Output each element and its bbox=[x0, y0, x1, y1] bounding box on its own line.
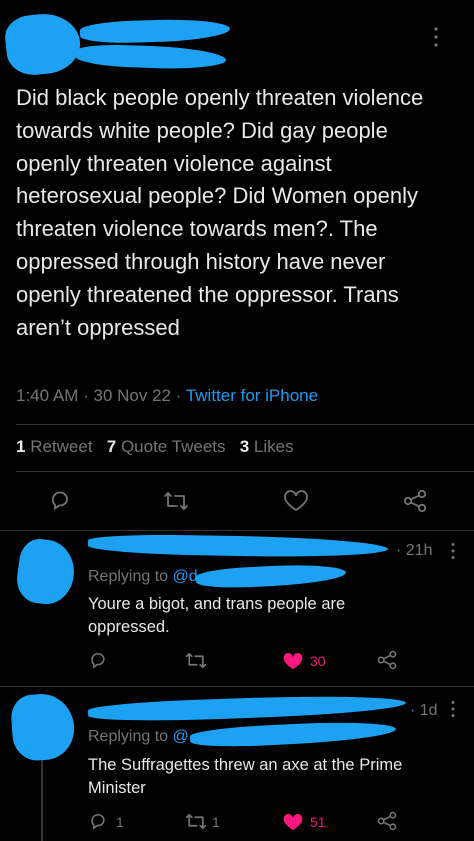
reply-count: 1 bbox=[116, 814, 124, 830]
divider bbox=[16, 471, 474, 472]
reply-text: Youre a bigot, and trans people are oppr… bbox=[88, 595, 346, 636]
replying-to: Replying to @ bbox=[88, 728, 189, 745]
reply-time-row: · 21h bbox=[396, 542, 433, 559]
divider bbox=[0, 686, 474, 687]
like-count: 51 bbox=[310, 814, 326, 830]
tweet-stats: 1 Retweet 7 Quote Tweets 3 Likes bbox=[16, 437, 294, 457]
redacted-author-name[interactable] bbox=[87, 533, 389, 559]
replying-to-handle[interactable]: @d bbox=[173, 568, 198, 585]
redacted-avatar[interactable] bbox=[3, 10, 83, 78]
redacted-author-name[interactable] bbox=[79, 17, 231, 45]
more-vertical-icon[interactable] bbox=[430, 26, 442, 48]
replying-to: Replying to @d bbox=[88, 568, 198, 585]
reply-time[interactable]: 1d bbox=[420, 702, 438, 719]
redacted-reply-handle bbox=[189, 718, 397, 750]
reply-icon[interactable] bbox=[88, 811, 108, 836]
likes-stat[interactable]: 3 Likes bbox=[240, 437, 294, 456]
redacted-author-handle[interactable] bbox=[75, 43, 227, 71]
retweets-stat[interactable]: 1 Retweet bbox=[16, 437, 93, 456]
separator: · bbox=[175, 386, 186, 405]
redacted-reply-handle bbox=[195, 562, 347, 590]
reply-icon[interactable] bbox=[48, 488, 72, 517]
share-icon[interactable] bbox=[376, 650, 398, 675]
like-count: 30 bbox=[310, 653, 326, 669]
share-icon[interactable] bbox=[376, 811, 398, 836]
tweet-time[interactable]: 1:40 AM bbox=[16, 386, 78, 405]
tweet-source[interactable]: Twitter for iPhone bbox=[186, 386, 318, 405]
retweet-icon[interactable] bbox=[185, 651, 207, 675]
redacted-avatar[interactable] bbox=[13, 536, 79, 608]
reply-time-row: · 1d bbox=[410, 702, 438, 719]
thread-line bbox=[41, 760, 43, 841]
share-icon[interactable] bbox=[402, 489, 428, 518]
retweet-icon[interactable] bbox=[163, 490, 189, 517]
tweet-date[interactable]: 30 Nov 22 bbox=[94, 386, 172, 405]
more-vertical-icon[interactable] bbox=[450, 700, 456, 723]
tweet-text: Did black people openly threaten violenc… bbox=[16, 85, 430, 340]
reply-icon[interactable] bbox=[88, 650, 108, 675]
redacted-author-name[interactable] bbox=[87, 692, 407, 724]
quote-tweets-stat[interactable]: 7 Quote Tweets bbox=[107, 437, 226, 456]
separator: · bbox=[83, 386, 94, 405]
reply-time[interactable]: 21h bbox=[406, 542, 433, 559]
retweet-icon[interactable] bbox=[185, 812, 207, 836]
more-vertical-icon[interactable] bbox=[450, 542, 456, 565]
reply-text: The Suffragettes threw an axe at the Pri… bbox=[88, 756, 403, 797]
divider bbox=[16, 424, 474, 425]
like-icon[interactable] bbox=[283, 490, 309, 517]
like-icon-filled[interactable] bbox=[282, 813, 304, 837]
retweet-count: 1 bbox=[212, 814, 220, 830]
like-icon-filled[interactable] bbox=[282, 652, 304, 676]
tweet-metadata: 1:40 AM · 30 Nov 22 · Twitter for iPhone bbox=[16, 386, 318, 406]
redacted-avatar[interactable] bbox=[9, 691, 77, 763]
divider bbox=[0, 530, 474, 531]
replying-to-handle[interactable]: @ bbox=[173, 728, 189, 745]
